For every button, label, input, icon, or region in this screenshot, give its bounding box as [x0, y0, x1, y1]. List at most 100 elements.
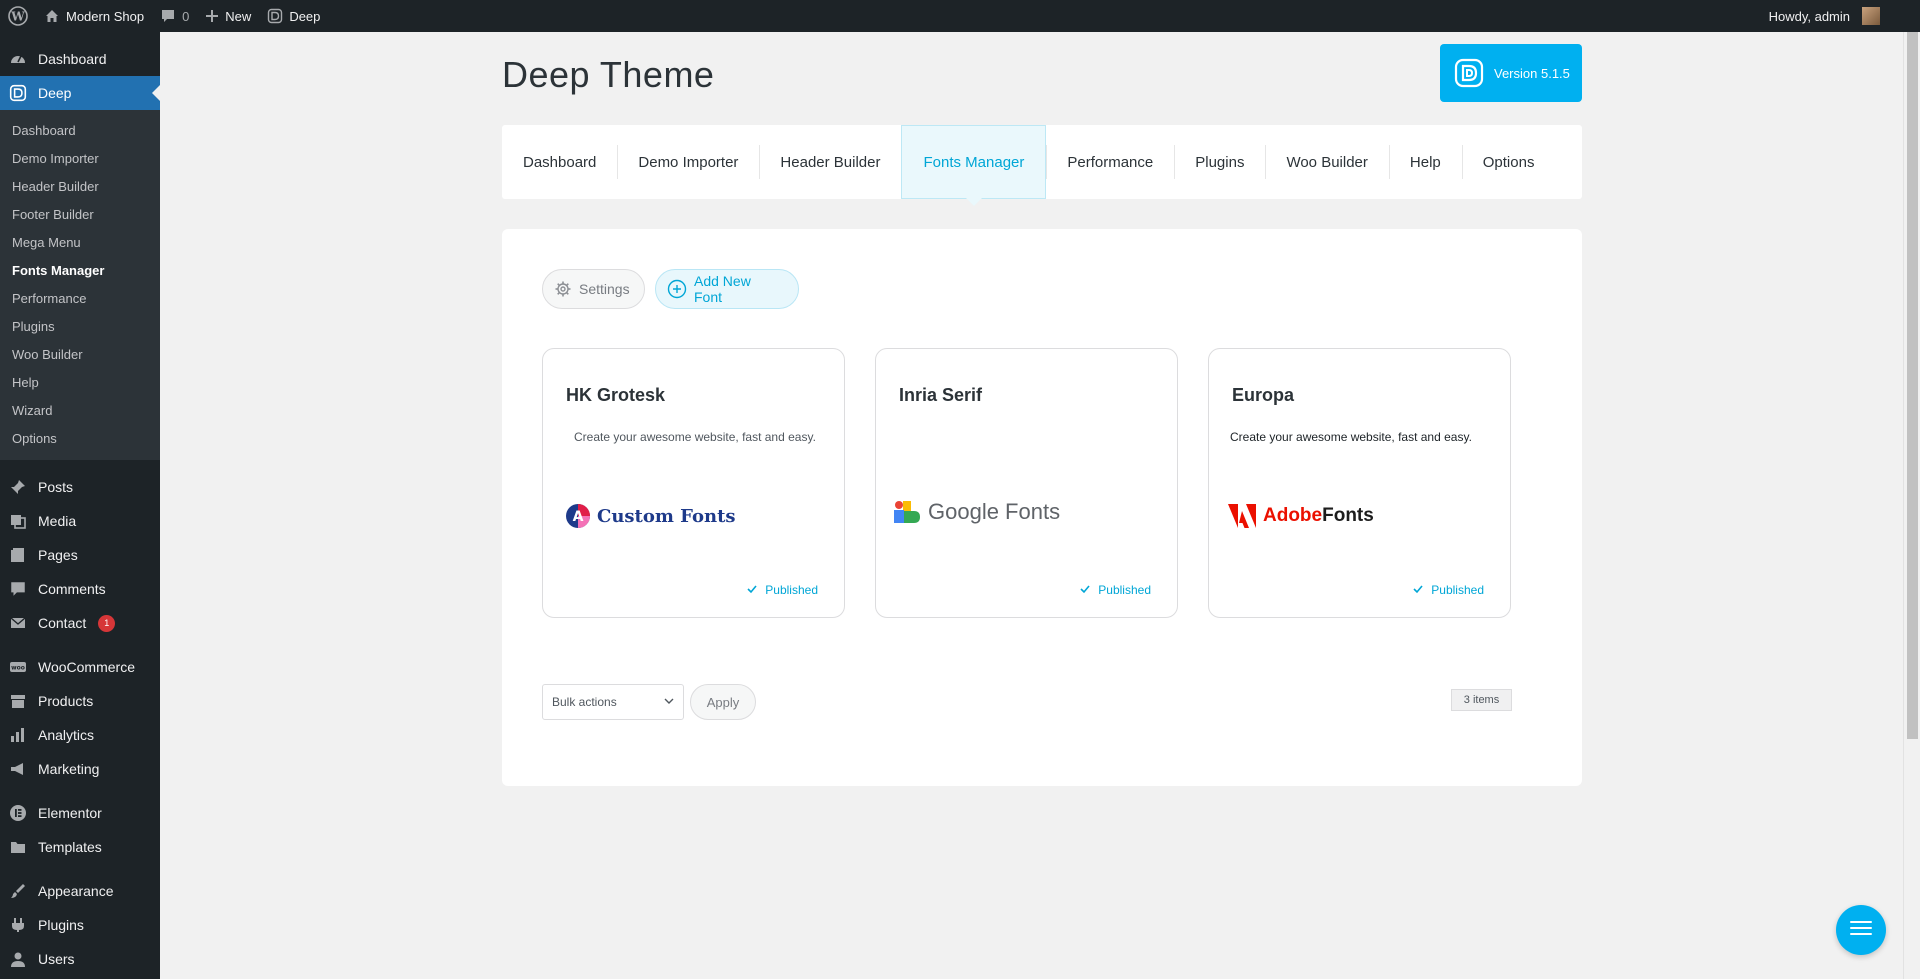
home-icon: [44, 8, 60, 24]
submenu-help[interactable]: Help: [0, 368, 160, 396]
status-badge: Published: [1413, 583, 1484, 597]
submenu-plugins[interactable]: Plugins: [0, 312, 160, 340]
my-account-link[interactable]: Howdy, admin: [1761, 0, 1920, 32]
media-icon: [8, 511, 28, 531]
admin-bar: W Modern Shop 0 New Deep Howdy, admin: [0, 0, 1920, 32]
svg-text:woo: woo: [11, 665, 25, 672]
menu-marketing[interactable]: Marketing: [0, 752, 160, 786]
folder-icon: [8, 837, 28, 857]
font-name: Europa: [1232, 385, 1295, 405]
check-icon: [1080, 583, 1090, 597]
adobe-fonts-logo: AdobeFonts: [1227, 503, 1374, 529]
scrollbar-thumb[interactable]: [1907, 32, 1918, 739]
submenu-header-builder[interactable]: Header Builder: [0, 172, 160, 200]
font-source-suffix: Fonts: [1322, 505, 1374, 526]
submenu-dashboard[interactable]: Dashboard: [0, 116, 160, 144]
menu-posts[interactable]: Posts: [0, 470, 160, 504]
menu-woocommerce[interactable]: woo WooCommerce: [0, 650, 160, 684]
tab-options[interactable]: Options: [1461, 125, 1556, 199]
svg-text:A: A: [573, 509, 584, 525]
wordpress-logo-icon[interactable]: W: [0, 0, 36, 32]
paintbrush-icon: [8, 881, 28, 901]
menu-label: Products: [38, 693, 94, 709]
custom-fonts-logo: A Custom Fonts: [565, 503, 736, 529]
deep-link[interactable]: Deep: [259, 0, 328, 32]
deep-logo-icon: [267, 8, 283, 24]
plugin-icon: [8, 915, 28, 935]
pages-icon: [8, 545, 28, 565]
deep-submenu: Dashboard Demo Importer Header Builder F…: [0, 110, 160, 460]
menu-label: Users: [38, 951, 75, 967]
scrollbar[interactable]: [1903, 32, 1920, 979]
add-new-font-button[interactable]: Add New Font: [655, 269, 799, 309]
site-name-link[interactable]: Modern Shop: [36, 0, 152, 32]
submenu-performance[interactable]: Performance: [0, 284, 160, 312]
main-content: Deep Theme Version 5.1.5 Dashboard Demo …: [160, 32, 1901, 979]
menu-contact[interactable]: Contact 1: [0, 606, 160, 640]
menu-plugins[interactable]: Plugins: [0, 908, 160, 942]
deep-label: Deep: [289, 8, 321, 24]
menu-label: Comments: [38, 581, 106, 597]
deep-logo-icon: [8, 83, 28, 103]
menu-label: Plugins: [38, 917, 84, 933]
menu-elementor[interactable]: Elementor: [0, 796, 160, 830]
status-badge: Published: [1080, 583, 1151, 597]
settings-button[interactable]: Settings: [542, 269, 645, 309]
submenu-fonts-manager[interactable]: Fonts Manager: [0, 256, 160, 284]
tab-woo-builder[interactable]: Woo Builder: [1265, 125, 1388, 199]
tab-fonts-manager[interactable]: Fonts Manager: [901, 125, 1047, 206]
new-content-link[interactable]: New: [197, 0, 259, 32]
tab-performance[interactable]: Performance: [1046, 125, 1174, 199]
howdy-text: Howdy, admin: [1768, 8, 1850, 24]
submenu-demo-importer[interactable]: Demo Importer: [0, 144, 160, 172]
submenu-options[interactable]: Options: [0, 424, 160, 452]
font-card[interactable]: HK Grotesk Create your awesome website, …: [542, 348, 845, 618]
check-icon: [747, 583, 757, 597]
submenu-wizard[interactable]: Wizard: [0, 396, 160, 424]
plus-circle-icon: [667, 279, 687, 299]
font-card[interactable]: Europa Create your awesome website, fast…: [1208, 348, 1511, 618]
menu-label: Posts: [38, 479, 74, 495]
custom-fonts-icon: A: [566, 504, 590, 528]
menu-templates[interactable]: Templates: [0, 830, 160, 864]
menu-fab-button[interactable]: [1836, 905, 1886, 955]
svg-text:W: W: [10, 10, 25, 24]
tab-header-builder[interactable]: Header Builder: [759, 125, 901, 199]
hamburger-icon: [1849, 918, 1873, 943]
chevron-down-icon: [664, 695, 674, 709]
menu-users[interactable]: Users: [0, 942, 160, 976]
submenu-mega-menu[interactable]: Mega Menu: [0, 228, 160, 256]
menu-comments[interactable]: Comments: [0, 572, 160, 606]
submenu-footer-builder[interactable]: Footer Builder: [0, 200, 160, 228]
menu-pages[interactable]: Pages: [0, 538, 160, 572]
new-label: New: [225, 8, 252, 24]
menu-products[interactable]: Products: [0, 684, 160, 718]
menu-dashboard[interactable]: Dashboard: [0, 42, 160, 76]
woocommerce-icon: woo: [8, 657, 28, 677]
font-name: Inria Serif: [899, 385, 983, 405]
menu-deep[interactable]: Deep: [0, 76, 160, 110]
font-card[interactable]: Inria Serif Google Fonts Published: [875, 348, 1178, 618]
bulk-actions-select[interactable]: Bulk actions: [542, 684, 684, 720]
tab-plugins[interactable]: Plugins: [1174, 125, 1265, 199]
bulk-actions-label: Bulk actions: [552, 695, 617, 709]
menu-analytics[interactable]: Analytics: [0, 718, 160, 752]
apply-button[interactable]: Apply: [690, 684, 756, 720]
version-label: Version 5.1.5: [1494, 65, 1570, 81]
tab-help[interactable]: Help: [1388, 125, 1462, 199]
menu-label: Elementor: [38, 805, 102, 821]
menu-appearance[interactable]: Appearance: [0, 874, 160, 908]
menu-label: Media: [38, 513, 77, 529]
font-description: Create your awesome website, fast and ea…: [574, 430, 816, 444]
menu-media[interactable]: Media: [0, 504, 160, 538]
tab-dashboard[interactable]: Dashboard: [502, 125, 617, 199]
menu-label: Analytics: [38, 727, 95, 743]
envelope-icon: [8, 613, 28, 633]
submenu-woo-builder[interactable]: Woo Builder: [0, 340, 160, 368]
admin-sidebar: Dashboard Deep Dashboard Demo Importer H…: [0, 32, 160, 979]
theme-tabs: Dashboard Demo Importer Header Builder F…: [502, 125, 1582, 206]
comments-link[interactable]: 0: [152, 0, 197, 32]
tab-demo-importer[interactable]: Demo Importer: [617, 125, 759, 199]
menu-label: Templates: [38, 839, 102, 855]
version-button[interactable]: Version 5.1.5: [1440, 44, 1582, 102]
